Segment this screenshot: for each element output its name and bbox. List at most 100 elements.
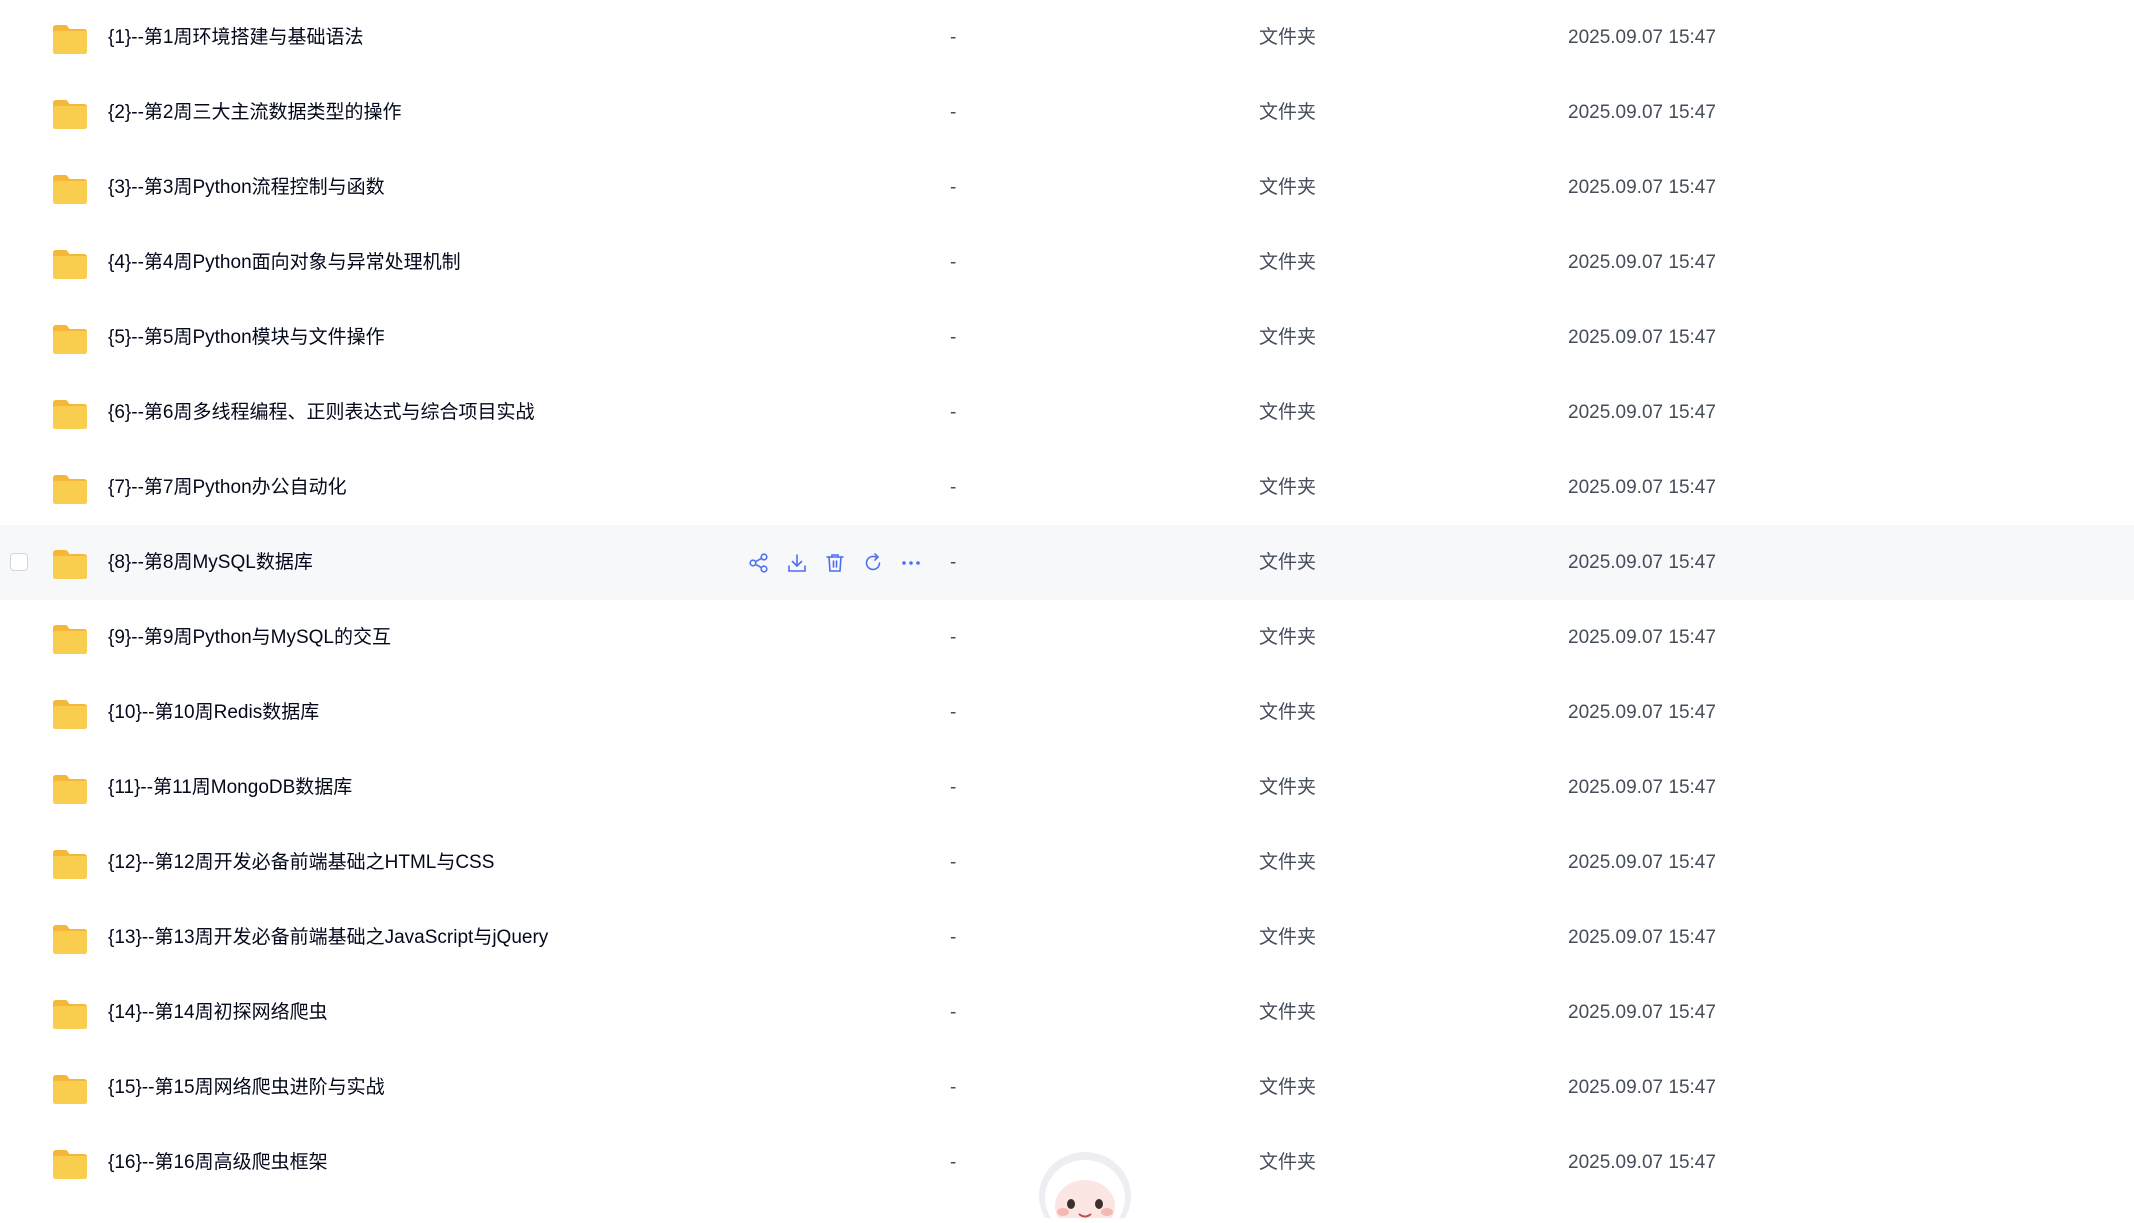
file-row[interactable]: {4}--第4周Python面向对象与异常处理机制 - 文件夹 2025.09.07 … — [0, 225, 2134, 300]
file-name[interactable]: {14}--第14周初探网络爬虫 — [108, 975, 328, 1050]
row-actions — [745, 549, 935, 577]
more-icon[interactable] — [897, 549, 925, 577]
file-modified-date: 2025.09.07 15:47 — [1568, 1002, 1716, 1023]
file-name[interactable]: {1}--第1周环境搭建与基础语法 — [108, 0, 363, 75]
file-modified-date: 2025.09.07 15:47 — [1568, 552, 1716, 573]
file-row[interactable]: {7}--第7周Python办公自动化 - 文件夹 2025.09.07 15:47 — [0, 450, 2134, 525]
file-name[interactable]: {12}--第12周开发必备前端基础之HTML与CSS — [108, 825, 494, 900]
file-type: 文件夹 — [1259, 852, 1317, 873]
file-name[interactable]: {13}--第13周开发必备前端基础之JavaScript与jQuery — [108, 900, 548, 975]
file-type: 文件夹 — [1259, 177, 1317, 198]
file-row[interactable]: {8}--第8周MySQL数据库 - 文件夹 2025.09.07 15:47 — [0, 525, 2134, 600]
file-row[interactable]: {12}--第12周开发必备前端基础之HTML与CSS - 文件夹 2025.09.0… — [0, 825, 2134, 900]
file-modified-date: 2025.09.07 15:47 — [1568, 1077, 1716, 1098]
refresh-icon[interactable] — [859, 549, 887, 577]
folder-icon — [51, 624, 89, 655]
file-name[interactable]: {10}--第10周Redis数据库 — [108, 675, 319, 750]
file-row[interactable]: {15}--第15周网络爬虫进阶与实战 - 文件夹 2025.09.07 15:47 — [0, 1050, 2134, 1125]
file-modified-date: 2025.09.07 15:47 — [1568, 1152, 1716, 1173]
file-size: - — [950, 102, 957, 123]
folder-icon — [51, 99, 89, 130]
file-size: - — [950, 627, 957, 648]
file-row[interactable]: {3}--第3周Python流程控制与函数 - 文件夹 2025.09.07 15:4… — [0, 150, 2134, 225]
file-name[interactable]: {2}--第2周三大主流数据类型的操作 — [108, 75, 401, 150]
folder-icon — [51, 249, 89, 280]
file-modified-date: 2025.09.07 15:47 — [1568, 627, 1716, 648]
file-type: 文件夹 — [1259, 402, 1317, 423]
folder-icon — [51, 1149, 89, 1180]
file-modified-date: 2025.09.07 15:47 — [1568, 177, 1716, 198]
file-size: - — [950, 477, 957, 498]
file-row[interactable]: {5}--第5周Python模块与文件操作 - 文件夹 2025.09.07 15:4… — [0, 300, 2134, 375]
file-name[interactable]: {16}--第16周高级爬虫框架 — [108, 1125, 328, 1200]
file-modified-date: 2025.09.07 15:47 — [1568, 852, 1716, 873]
file-type: 文件夹 — [1259, 1077, 1317, 1098]
file-type: 文件夹 — [1259, 627, 1317, 648]
mascot-icon — [1039, 1152, 1131, 1223]
file-size: - — [950, 777, 957, 798]
file-type: 文件夹 — [1259, 327, 1317, 348]
file-size: - — [950, 1152, 957, 1173]
file-type: 文件夹 — [1259, 927, 1317, 948]
file-size: - — [950, 702, 957, 723]
mascot-assistant[interactable] — [1035, 1148, 1135, 1223]
folder-icon — [51, 1074, 89, 1105]
file-size: - — [950, 402, 957, 423]
file-name[interactable]: {11}--第11周MongoDB数据库 — [108, 750, 352, 825]
file-size: - — [950, 177, 957, 198]
file-row[interactable]: {11}--第11周MongoDB数据库 - 文件夹 2025.09.07 15:47 — [0, 750, 2134, 825]
file-row[interactable]: {9}--第9周Python与MySQL的交互 - 文件夹 2025.09.07 15… — [0, 600, 2134, 675]
file-size: - — [950, 552, 957, 573]
share-icon[interactable] — [745, 549, 773, 577]
file-row[interactable]: {10}--第10周Redis数据库 - 文件夹 2025.09.07 15:47 — [0, 675, 2134, 750]
file-type: 文件夹 — [1259, 477, 1317, 498]
file-list: {1}--第1周环境搭建与基础语法 - 文件夹 2025.09.07 15:47 {2… — [0, 0, 2134, 1200]
file-row[interactable]: {2}--第2周三大主流数据类型的操作 - 文件夹 2025.09.07 15:47 — [0, 75, 2134, 150]
file-modified-date: 2025.09.07 15:47 — [1568, 702, 1716, 723]
folder-icon — [51, 324, 89, 355]
file-size: - — [950, 27, 957, 48]
file-modified-date: 2025.09.07 15:47 — [1568, 102, 1716, 123]
file-name[interactable]: {5}--第5周Python模块与文件操作 — [108, 300, 385, 375]
file-name[interactable]: {4}--第4周Python面向对象与异常处理机制 — [108, 225, 461, 300]
file-name[interactable]: {3}--第3周Python流程控制与函数 — [108, 150, 385, 225]
file-name[interactable]: {8}--第8周MySQL数据库 — [108, 525, 313, 600]
file-type: 文件夹 — [1259, 1002, 1317, 1023]
file-modified-date: 2025.09.07 15:47 — [1568, 252, 1716, 273]
folder-icon — [51, 699, 89, 730]
file-modified-date: 2025.09.07 15:47 — [1568, 27, 1716, 48]
file-row[interactable]: {14}--第14周初探网络爬虫 - 文件夹 2025.09.07 15:47 — [0, 975, 2134, 1050]
file-modified-date: 2025.09.07 15:47 — [1568, 477, 1716, 498]
file-size: - — [950, 252, 957, 273]
folder-icon — [51, 24, 89, 55]
file-row[interactable]: {6}--第6周多线程编程、正则表达式与综合项目实战 - 文件夹 2025.09.07… — [0, 375, 2134, 450]
file-modified-date: 2025.09.07 15:47 — [1568, 927, 1716, 948]
file-name[interactable]: {9}--第9周Python与MySQL的交互 — [108, 600, 391, 675]
trash-icon[interactable] — [821, 549, 849, 577]
file-name[interactable]: {7}--第7周Python办公自动化 — [108, 450, 347, 525]
folder-icon — [51, 774, 89, 805]
folder-icon — [51, 399, 89, 430]
file-type: 文件夹 — [1259, 1152, 1317, 1173]
file-name[interactable]: {6}--第6周多线程编程、正则表达式与综合项目实战 — [108, 375, 534, 450]
file-name[interactable]: {15}--第15周网络爬虫进阶与实战 — [108, 1050, 385, 1125]
row-checkbox[interactable] — [10, 553, 28, 571]
file-size: - — [950, 1077, 957, 1098]
folder-icon — [51, 474, 89, 505]
file-type: 文件夹 — [1259, 702, 1317, 723]
file-type: 文件夹 — [1259, 27, 1317, 48]
file-size: - — [950, 327, 957, 348]
file-type: 文件夹 — [1259, 552, 1317, 573]
file-size: - — [950, 852, 957, 873]
folder-icon — [51, 549, 89, 580]
file-type: 文件夹 — [1259, 777, 1317, 798]
file-type: 文件夹 — [1259, 252, 1317, 273]
folder-icon — [51, 924, 89, 955]
folder-icon — [51, 849, 89, 880]
file-modified-date: 2025.09.07 15:47 — [1568, 777, 1716, 798]
file-row[interactable]: {13}--第13周开发必备前端基础之JavaScript与jQuery - 文件夹… — [0, 900, 2134, 975]
file-size: - — [950, 1002, 957, 1023]
download-icon[interactable] — [783, 549, 811, 577]
file-row[interactable]: {1}--第1周环境搭建与基础语法 - 文件夹 2025.09.07 15:47 — [0, 0, 2134, 75]
file-size: - — [950, 927, 957, 948]
